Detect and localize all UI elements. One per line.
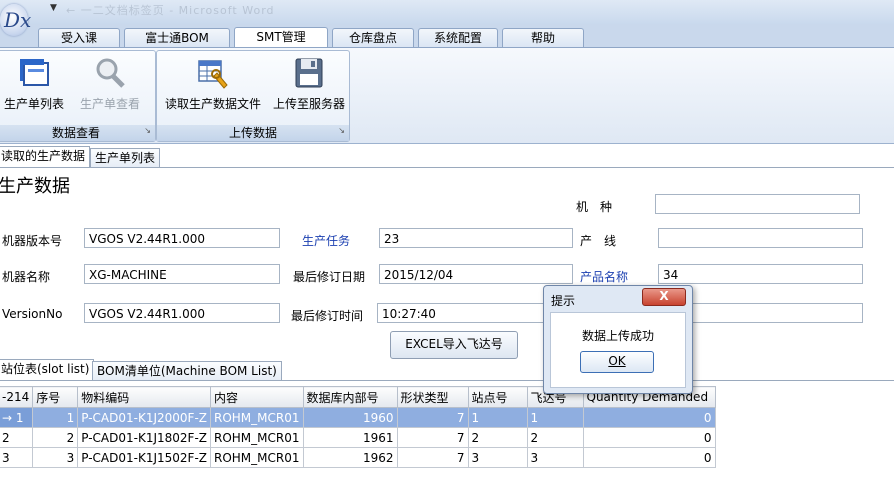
tab-smt-management[interactable]: SMT管理 xyxy=(234,27,328,49)
magnifier-icon xyxy=(96,58,125,88)
row-indicator: 3 xyxy=(0,447,34,468)
dialog-title: 提示 xyxy=(551,294,576,308)
column-header-seq[interactable]: 序号 xyxy=(32,386,79,408)
upload-to-server-label: 上传至服务器 xyxy=(272,97,345,111)
cell-content[interactable]: ROHM_MCR01 xyxy=(210,407,304,428)
machine-name-field[interactable]: XG-MACHINE xyxy=(84,264,280,284)
dialog-ok-button[interactable]: OK xyxy=(580,351,654,373)
production-task-label: 生产任务 xyxy=(302,234,351,248)
doc-tab-read-production-data[interactable]: 读取的生产数据 xyxy=(0,146,91,168)
window-list-icon xyxy=(20,59,49,86)
cell-shape-type[interactable]: 7 xyxy=(396,427,469,448)
production-line-label: 产 线 xyxy=(580,234,617,248)
cell-feeder-no[interactable]: 2 xyxy=(526,427,584,448)
column-header-material-code[interactable]: 物料编码 xyxy=(77,386,211,408)
machine-version-field[interactable]: VGOS V2.44R1.000 xyxy=(84,228,280,248)
production-task-field[interactable]: 23 xyxy=(379,228,573,248)
cell-shape-type[interactable]: 7 xyxy=(396,407,469,428)
dialog-body: 数据上传成功 OK xyxy=(550,312,686,388)
row-indicator: 2 xyxy=(0,427,34,448)
production-order-view-button[interactable]: 生产单查看 xyxy=(77,53,143,112)
cell-material-code[interactable]: P-CAD01-K1J1802F-Z xyxy=(77,427,211,448)
cell-station-no[interactable]: 3 xyxy=(467,447,528,468)
cell-feeder-no[interactable]: 3 xyxy=(526,447,584,468)
cell-shape-type[interactable]: 7 xyxy=(396,447,469,468)
cell-material-code[interactable]: P-CAD01-K1J2000F-Z xyxy=(77,407,211,428)
cell-db-internal-no[interactable]: 1960 xyxy=(302,407,398,428)
quick-access-dropdown-icon[interactable]: ▼ xyxy=(50,3,57,13)
window-title: ← 一二文档标签页 - Microsoft Word xyxy=(66,4,275,17)
product-name-label: 产品名称 xyxy=(580,270,629,284)
cell-seq[interactable]: 2 xyxy=(32,427,79,448)
last-modified-date-label: 最后修订日期 xyxy=(293,270,366,284)
product-name-field[interactable]: 34 xyxy=(658,264,863,284)
bottom-tab-divider xyxy=(0,380,894,381)
row-indicator: → 1 xyxy=(0,407,34,428)
column-header-index[interactable]: -214 xyxy=(0,386,34,408)
group-upload-data: 读取生产数据文件 上传至服务器 上传数据 ↘ xyxy=(156,50,350,142)
production-order-list-button[interactable]: 生产单列表 xyxy=(1,53,67,112)
doc-tab-divider xyxy=(0,167,894,168)
tab-receiving[interactable]: 受入课 xyxy=(38,28,120,47)
production-order-list-label: 生产单列表 xyxy=(3,97,64,111)
group-data-view-label: 数据查看 ↘ xyxy=(0,125,155,141)
cell-content[interactable]: ROHM_MCR01 xyxy=(210,427,304,448)
table-row[interactable]: 3 3 P-CAD01-K1J1502F-Z ROHM_MCR01 1962 7… xyxy=(0,447,716,468)
group-upload-data-label: 上传数据 ↘ xyxy=(157,125,349,141)
floppy-disk-icon xyxy=(295,58,323,88)
last-modified-date-field[interactable]: 2015/12/04 xyxy=(379,264,573,284)
last-modified-time-label: 最后修订时间 xyxy=(291,309,364,323)
tab-fujitsu-bom[interactable]: 富士通BOM xyxy=(124,28,230,47)
production-line-field[interactable] xyxy=(658,228,863,248)
read-production-file-label: 读取生产数据文件 xyxy=(164,97,261,111)
dialog-close-button[interactable]: X xyxy=(642,288,686,306)
dialog-message: 数据上传成功 xyxy=(581,329,654,343)
tab-warehouse-inventory[interactable]: 仓库盘点 xyxy=(332,28,414,47)
cell-quantity-demanded[interactable]: 0 xyxy=(582,447,716,468)
dialog-launcher-icon[interactable]: ↘ xyxy=(338,123,345,139)
production-order-view-label: 生产单查看 xyxy=(79,97,140,111)
doc-tab-production-order-list[interactable]: 生产单列表 xyxy=(90,148,161,167)
cell-station-no[interactable]: 2 xyxy=(467,427,528,448)
version-no-label: VersionNo xyxy=(2,307,63,321)
machine-type-label: 机 种 xyxy=(576,200,613,214)
dialog-launcher-icon[interactable]: ↘ xyxy=(144,123,151,139)
upload-success-dialog: 提示 X 数据上传成功 OK xyxy=(543,285,693,394)
cell-db-internal-no[interactable]: 1961 xyxy=(302,427,398,448)
table-row[interactable]: 2 2 P-CAD01-K1J1802F-Z ROHM_MCR01 1961 7… xyxy=(0,427,716,448)
cell-station-no[interactable]: 1 xyxy=(467,407,528,428)
cell-seq[interactable]: 3 xyxy=(32,447,79,468)
slot-list-grid[interactable]: -214 序号 物料编码 内容 数据库内部号 形状类型 站点号 飞达号 Quan… xyxy=(0,386,716,468)
column-header-station-no[interactable]: 站点号 xyxy=(467,386,528,408)
column-header-db-internal-no[interactable]: 数据库内部号 xyxy=(302,386,398,408)
cell-content[interactable]: ROHM_MCR01 xyxy=(210,447,304,468)
cell-db-internal-no[interactable]: 1962 xyxy=(302,447,398,468)
group-data-view: 生产单列表 生产单查看 数据查看 ↘ xyxy=(0,50,156,142)
cell-seq[interactable]: 1 xyxy=(32,407,79,428)
tab-slot-list[interactable]: 站位表(slot list) xyxy=(0,359,95,381)
excel-import-feeder-button[interactable]: EXCEL导入飞达号 xyxy=(390,331,518,359)
column-header-shape-type[interactable]: 形状类型 xyxy=(396,386,469,408)
tab-system-config[interactable]: 系统配置 xyxy=(418,28,498,47)
table-row[interactable]: → 1 1 P-CAD01-K1J2000F-Z ROHM_MCR01 1960… xyxy=(0,407,716,428)
cell-feeder-no[interactable]: 1 xyxy=(526,407,584,428)
cell-quantity-demanded[interactable]: 0 xyxy=(582,407,716,428)
page-title: 生产数据 xyxy=(0,176,70,197)
tab-machine-bom-list[interactable]: BOM清单位(Machine BOM List) xyxy=(92,361,282,380)
machine-version-label: 机器版本号 xyxy=(2,234,63,248)
tab-help[interactable]: 帮助 xyxy=(502,28,584,47)
cell-quantity-demanded[interactable]: 0 xyxy=(582,427,716,448)
upload-to-server-button[interactable]: 上传至服务器 xyxy=(271,53,347,112)
machine-name-label: 机器名称 xyxy=(2,270,51,284)
table-wrench-icon xyxy=(198,60,228,89)
dialog-ok-label: OK xyxy=(608,354,626,368)
machine-type-field[interactable] xyxy=(655,194,860,214)
version-no-field[interactable]: VGOS V2.44R1.000 xyxy=(84,303,280,323)
column-header-content[interactable]: 内容 xyxy=(210,386,304,408)
cell-material-code[interactable]: P-CAD01-K1J1502F-Z xyxy=(77,447,211,468)
app-logo-icon[interactable]: Dx xyxy=(0,4,31,36)
read-production-file-button[interactable]: 读取生产数据文件 xyxy=(159,53,267,112)
